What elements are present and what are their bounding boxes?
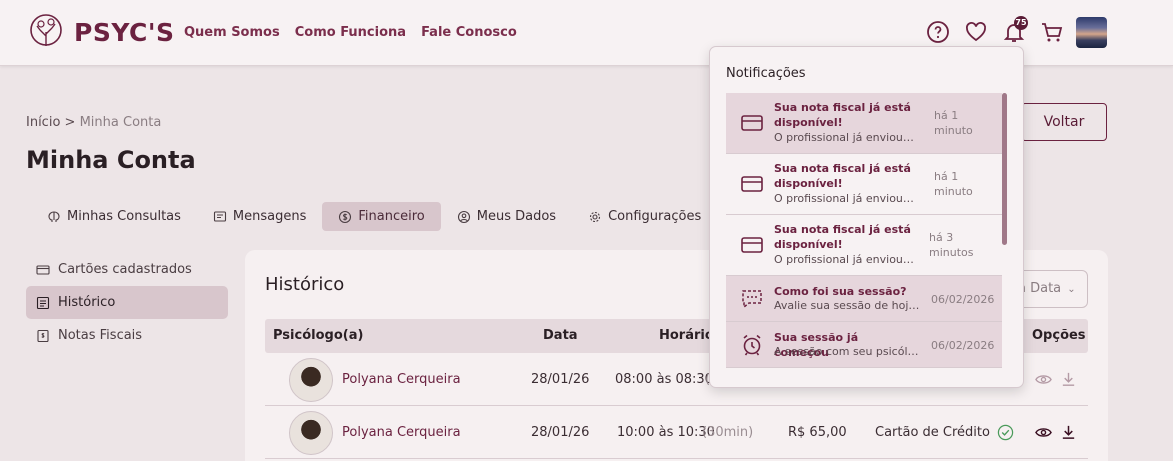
tab-minhas-consultas[interactable]: Minhas Consultas — [31, 202, 197, 231]
sidebar-item-label: Histórico — [58, 295, 116, 310]
tab-label: Minhas Consultas — [67, 209, 181, 224]
tab-label: Mensagens — [232, 209, 307, 224]
row-date: 28/01/26 — [531, 372, 590, 387]
nav-fale-conosco[interactable]: Fale Conosco — [421, 25, 517, 40]
notification-item[interactable]: Sua nota fiscal já está disponível! O pr… — [726, 93, 1002, 154]
card-icon — [741, 237, 763, 253]
history-title: Histórico — [265, 274, 345, 295]
breadcrumb: Início > Minha Conta — [26, 115, 161, 130]
notification-desc: O profissional já enviou a nota fiscal — [774, 192, 914, 205]
psychologist-avatar — [289, 358, 333, 402]
main-nav: Quem Somos Como Funciona Fale Conosco — [184, 25, 517, 40]
chat-dots-icon — [742, 290, 762, 309]
sidebar-item-label: Cartões cadastrados — [58, 262, 192, 277]
notifications-list[interactable]: Sua nota fiscal já está disponível! O pr… — [726, 93, 1002, 373]
dollar-icon — [339, 210, 352, 223]
notification-time: há 1 minuto — [934, 109, 973, 137]
card-icon — [741, 115, 763, 131]
breadcrumb-home[interactable]: Início — [26, 115, 60, 130]
tab-meus-dados[interactable]: Meus Dados — [441, 202, 572, 231]
help-circle-icon[interactable] — [926, 20, 950, 44]
tab-label: Configurações — [608, 209, 702, 224]
chevron-down-icon: ⌄ — [1067, 284, 1076, 295]
notification-title: Sua nota fiscal já está disponível! — [774, 223, 911, 251]
check-circle-icon — [997, 424, 1014, 441]
notifications-scrollbar[interactable] — [1002, 93, 1007, 245]
invoice-icon — [37, 329, 49, 342]
tab-financeiro[interactable]: Financeiro — [322, 202, 441, 231]
breadcrumb-separator: > — [64, 115, 76, 130]
notification-title: Sua nota fiscal já está disponível! — [774, 162, 911, 190]
notification-time: 06/02/2026 — [931, 339, 995, 352]
col-psychologist: Psicólogo(a) — [273, 328, 364, 343]
notification-desc: O profissional já enviou a nota fiscal — [774, 253, 914, 266]
notification-desc: A sessão com seu psicólogo já começou — [774, 345, 924, 358]
page-title: Minha Conta — [26, 146, 196, 174]
tab-label: Financeiro — [358, 209, 425, 224]
eye-icon[interactable] — [1035, 424, 1052, 441]
notification-item[interactable]: Como foi sua sessão? Avalie sua sessão d… — [726, 276, 1002, 322]
back-button[interactable]: Voltar — [1021, 103, 1107, 141]
notification-item[interactable]: Sua sessão já começou A sessão com seu p… — [726, 322, 1002, 368]
row-duration: (30min) — [702, 425, 754, 440]
financeiro-sidebar: Cartões cadastrados Histórico Notas Fisc… — [26, 253, 228, 352]
user-icon — [457, 210, 470, 223]
notification-count-badge: 75 — [1014, 16, 1028, 30]
psychologist-avatar — [289, 411, 333, 455]
header-actions: 75 — [926, 16, 1064, 44]
brain-icon — [48, 210, 60, 222]
list-icon — [36, 296, 50, 309]
table-row: Polyana Cerqueira 28/01/26 10:00 às 10:3… — [265, 407, 1088, 459]
col-options: Opções — [1032, 328, 1086, 343]
nav-quem-somos[interactable]: Quem Somos — [184, 25, 280, 40]
notifications-title: Notificações — [726, 66, 806, 81]
card-icon — [741, 176, 763, 192]
nav-como-funciona[interactable]: Como Funciona — [295, 25, 406, 40]
tab-label: Meus Dados — [476, 209, 557, 224]
download-icon[interactable] — [1060, 424, 1077, 441]
sidebar-item-notas-fiscais[interactable]: Notas Fiscais — [26, 319, 228, 352]
psychologist-name[interactable]: Polyana Cerqueira — [342, 425, 461, 440]
date-filter-label: a Data — [1018, 281, 1062, 296]
notification-title: Sua nota fiscal já está disponível! — [774, 101, 911, 129]
notifications-dropdown: Notificações Sua nota fiscal já está dis… — [709, 46, 1024, 388]
eye-icon[interactable] — [1035, 371, 1052, 388]
col-time: Horário — [659, 328, 714, 343]
row-date: 28/01/26 — [531, 425, 590, 440]
logo[interactable]: PSYC'S — [26, 12, 175, 52]
cart-icon[interactable] — [1040, 20, 1064, 44]
row-value: R$ 65,00 — [788, 425, 847, 440]
row-time: 10:00 às 10:30 — [617, 425, 715, 440]
notification-item[interactable]: Sua nota fiscal já está disponível! O pr… — [726, 154, 1002, 215]
row-time: 08:00 às 08:30 — [615, 372, 713, 387]
notification-time: 06/02/2026 — [931, 293, 995, 306]
notification-item[interactable]: Sua nota fiscal já está disponível! O pr… — [726, 215, 1002, 276]
brain-tree-logo-icon — [30, 14, 62, 46]
account-tabs: Minhas Consultas Mensagens Financeiro Me… — [31, 202, 717, 231]
notification-time: há 1 minuto — [934, 170, 973, 198]
bell-icon[interactable]: 75 — [1002, 16, 1028, 44]
notification-desc: Avalie sua sessão de hoje com o profissi… — [774, 299, 924, 312]
tab-mensagens[interactable]: Mensagens — [197, 202, 322, 231]
sidebar-item-cartoes[interactable]: Cartões cadastrados — [26, 253, 228, 286]
col-date: Data — [543, 328, 578, 343]
row-payment: Cartão de Crédito — [875, 425, 990, 440]
sidebar-item-historico[interactable]: Histórico — [26, 286, 228, 319]
psychologist-name[interactable]: Polyana Cerqueira — [342, 372, 461, 387]
sidebar-item-label: Notas Fiscais — [58, 328, 143, 343]
user-avatar[interactable] — [1076, 17, 1107, 48]
gear-icon — [590, 211, 601, 222]
tab-configuracoes[interactable]: Configurações — [572, 202, 717, 231]
notification-title: Como foi sua sessão? — [774, 285, 907, 298]
card-icon — [36, 264, 50, 275]
notification-desc: O profissional já enviou a nota fiscal — [774, 131, 914, 144]
notification-time: há 3 minutos — [929, 231, 974, 259]
heart-icon[interactable] — [964, 20, 988, 44]
download-icon[interactable] — [1060, 371, 1077, 388]
breadcrumb-current: Minha Conta — [79, 115, 162, 130]
brand-name: PSYC'S — [74, 17, 175, 47]
message-icon — [213, 210, 226, 222]
alarm-icon — [743, 334, 761, 356]
